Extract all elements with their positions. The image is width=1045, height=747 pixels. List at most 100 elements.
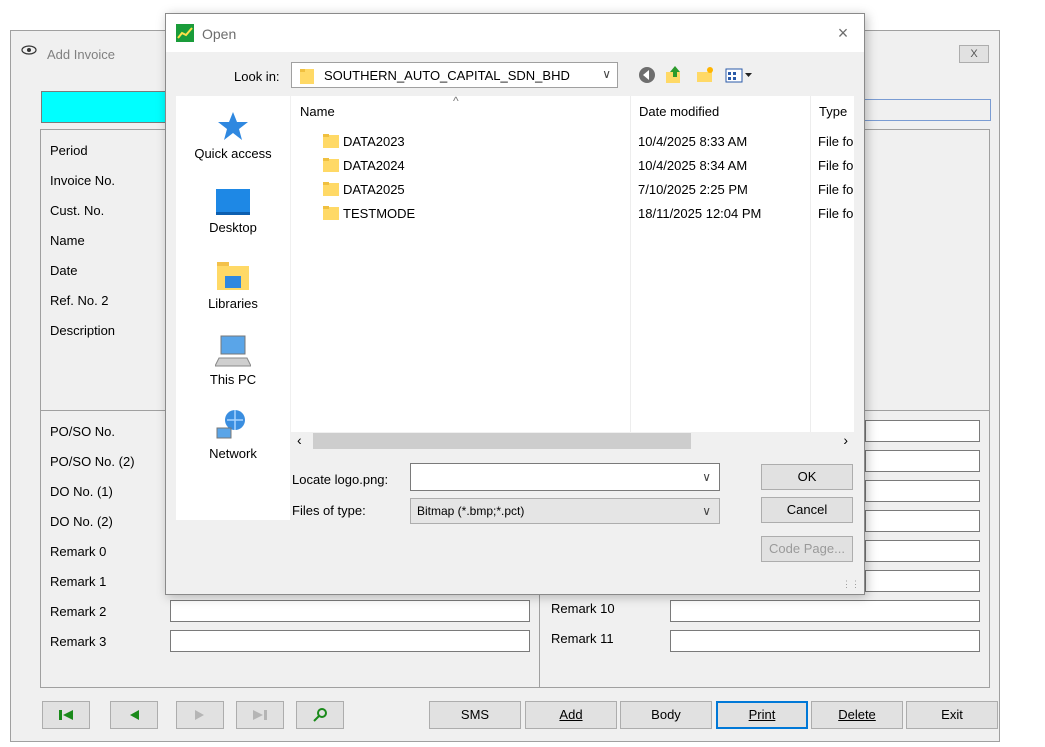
top-right-field[interactable] xyxy=(861,99,991,121)
look-in-value: SOUTHERN_AUTO_CAPITAL_SDN_BHD xyxy=(324,68,570,83)
do-no-1-input[interactable] xyxy=(865,480,980,502)
look-in-label: Look in: xyxy=(234,69,280,84)
label-do-no-2: DO No. (2) xyxy=(50,514,113,529)
back-icon[interactable] xyxy=(636,64,658,86)
delete-button[interactable]: Delete xyxy=(811,701,903,729)
add-invoice-close-button[interactable]: X xyxy=(959,45,989,63)
remark-11-input[interactable] xyxy=(670,630,980,652)
remark-10-input[interactable] xyxy=(670,600,980,622)
label-date: Date xyxy=(50,263,78,278)
record-toolbar: SMS Add Body Print Delete Exit xyxy=(40,697,998,735)
exit-button[interactable]: Exit xyxy=(906,701,998,729)
key-icon xyxy=(313,708,327,722)
file-name: DATA2023 xyxy=(343,134,405,149)
remark-2-input[interactable] xyxy=(170,600,530,622)
file-row[interactable]: DATA2025 7/10/2025 2:25 PM File folder xyxy=(291,178,854,202)
scroll-left-icon[interactable]: ‹ xyxy=(297,432,302,448)
scroll-right-icon[interactable]: › xyxy=(843,432,848,448)
eye-icon xyxy=(21,45,37,55)
app-chart-icon xyxy=(176,24,194,42)
desktop-icon xyxy=(216,189,250,215)
label-remark-0: Remark 0 xyxy=(50,544,107,559)
up-folder-icon[interactable] xyxy=(662,64,684,86)
open-dialog-close-button[interactable]: × xyxy=(832,22,854,44)
label-remark-11: Remark 11 xyxy=(551,631,614,646)
files-of-type-combo[interactable]: Bitmap (*.bmp;*.pct) ∨ xyxy=(410,498,720,524)
place-this-pc[interactable]: This PC xyxy=(176,334,290,387)
file-row[interactable]: DATA2024 10/4/2025 8:34 AM File folder xyxy=(291,154,854,178)
print-button[interactable]: Print xyxy=(716,701,808,729)
file-date: 10/4/2025 8:34 AM xyxy=(638,158,748,173)
file-name: DATA2024 xyxy=(343,158,405,173)
resize-grip-icon[interactable]: ⋮⋮ xyxy=(842,579,860,590)
print-label: Print xyxy=(748,707,776,722)
file-row[interactable]: TESTMODE 18/11/2025 12:04 PM File folder xyxy=(291,202,854,226)
column-date-header[interactable]: Date modified xyxy=(639,104,719,119)
column-name-header[interactable]: Name xyxy=(300,104,335,119)
file-list[interactable]: Name ^ Date modified Type DATA2023 10/4/… xyxy=(291,94,854,450)
column-type-header[interactable]: Type xyxy=(819,104,847,119)
files-of-type-label: Files of type: xyxy=(292,503,366,518)
horizontal-scrollbar[interactable]: ‹ › xyxy=(291,432,854,450)
sort-ascending-icon: ^ xyxy=(453,94,459,108)
label-name: Name xyxy=(50,233,85,248)
po-so-no-input[interactable] xyxy=(865,420,980,442)
open-dialog-title: Open xyxy=(202,26,237,42)
file-name: DATA2025 xyxy=(343,182,405,197)
scroll-thumb[interactable] xyxy=(313,433,691,449)
file-date: 18/11/2025 12:04 PM xyxy=(638,206,762,221)
locate-logo-combo[interactable]: ∨ xyxy=(410,463,720,491)
code-page-button[interactable]: Code Page... xyxy=(761,536,853,562)
folder-icon xyxy=(300,69,314,84)
file-list-header: Name ^ Date modified Type xyxy=(291,94,854,122)
remark-0-input[interactable] xyxy=(865,540,980,562)
place-quick-access-label: Quick access xyxy=(194,146,272,161)
label-remark-10: Remark 10 xyxy=(551,601,615,616)
last-record-button[interactable] xyxy=(236,701,284,729)
close-icon: × xyxy=(837,23,849,43)
folder-icon xyxy=(323,158,339,172)
body-button[interactable]: Body xyxy=(620,701,712,729)
label-remark-3: Remark 3 xyxy=(50,634,107,649)
first-record-button[interactable] xyxy=(42,701,90,729)
remark-1-input[interactable] xyxy=(865,570,980,592)
chevron-down-icon[interactable]: ∨ xyxy=(702,504,711,518)
star-icon xyxy=(218,112,248,140)
file-row[interactable]: DATA2023 10/4/2025 8:33 AM File folder xyxy=(291,130,854,154)
close-icon: X xyxy=(970,48,978,60)
search-key-button[interactable] xyxy=(296,701,344,729)
chevron-down-icon[interactable]: ∨ xyxy=(702,470,711,484)
place-desktop[interactable]: Desktop xyxy=(176,188,290,235)
next-record-button[interactable] xyxy=(176,701,224,729)
file-date: 7/10/2025 2:25 PM xyxy=(638,182,748,197)
place-network[interactable]: Network xyxy=(176,408,290,461)
do-no-2-input[interactable] xyxy=(865,510,980,532)
period-highlight-field[interactable] xyxy=(41,91,171,123)
place-libraries[interactable]: Libraries xyxy=(176,260,290,311)
last-record-icon xyxy=(253,710,267,720)
files-of-type-value: Bitmap (*.bmp;*.pct) xyxy=(417,504,525,518)
file-name: TESTMODE xyxy=(343,206,416,221)
add-invoice-title: Add Invoice xyxy=(47,47,115,62)
look-in-combo[interactable]: SOUTHERN_AUTO_CAPITAL_SDN_BHD ∨ xyxy=(291,62,618,88)
delete-label: Delete xyxy=(838,707,876,722)
po-so-no-2-input[interactable] xyxy=(865,450,980,472)
add-button[interactable]: Add xyxy=(525,701,617,729)
place-network-label: Network xyxy=(209,446,257,461)
label-ref-no-2: Ref. No. 2 xyxy=(50,293,109,308)
computer-icon xyxy=(215,335,251,367)
ok-button[interactable]: OK xyxy=(761,464,853,490)
cancel-button[interactable]: Cancel xyxy=(761,497,853,523)
libraries-icon xyxy=(217,262,249,290)
previous-record-button[interactable] xyxy=(110,701,158,729)
place-quick-access[interactable]: Quick access xyxy=(176,110,290,161)
new-folder-icon[interactable] xyxy=(694,64,716,86)
view-menu-icon[interactable] xyxy=(724,64,754,86)
label-po-so-no: PO/SO No. xyxy=(50,424,116,439)
first-record-icon xyxy=(59,710,73,720)
remark-3-input[interactable] xyxy=(170,630,530,652)
chevron-down-icon: ∨ xyxy=(602,67,611,81)
locate-logo-label: Locate logo.png: xyxy=(292,472,389,487)
sms-button[interactable]: SMS xyxy=(429,701,521,729)
file-type: File folder xyxy=(818,158,854,173)
